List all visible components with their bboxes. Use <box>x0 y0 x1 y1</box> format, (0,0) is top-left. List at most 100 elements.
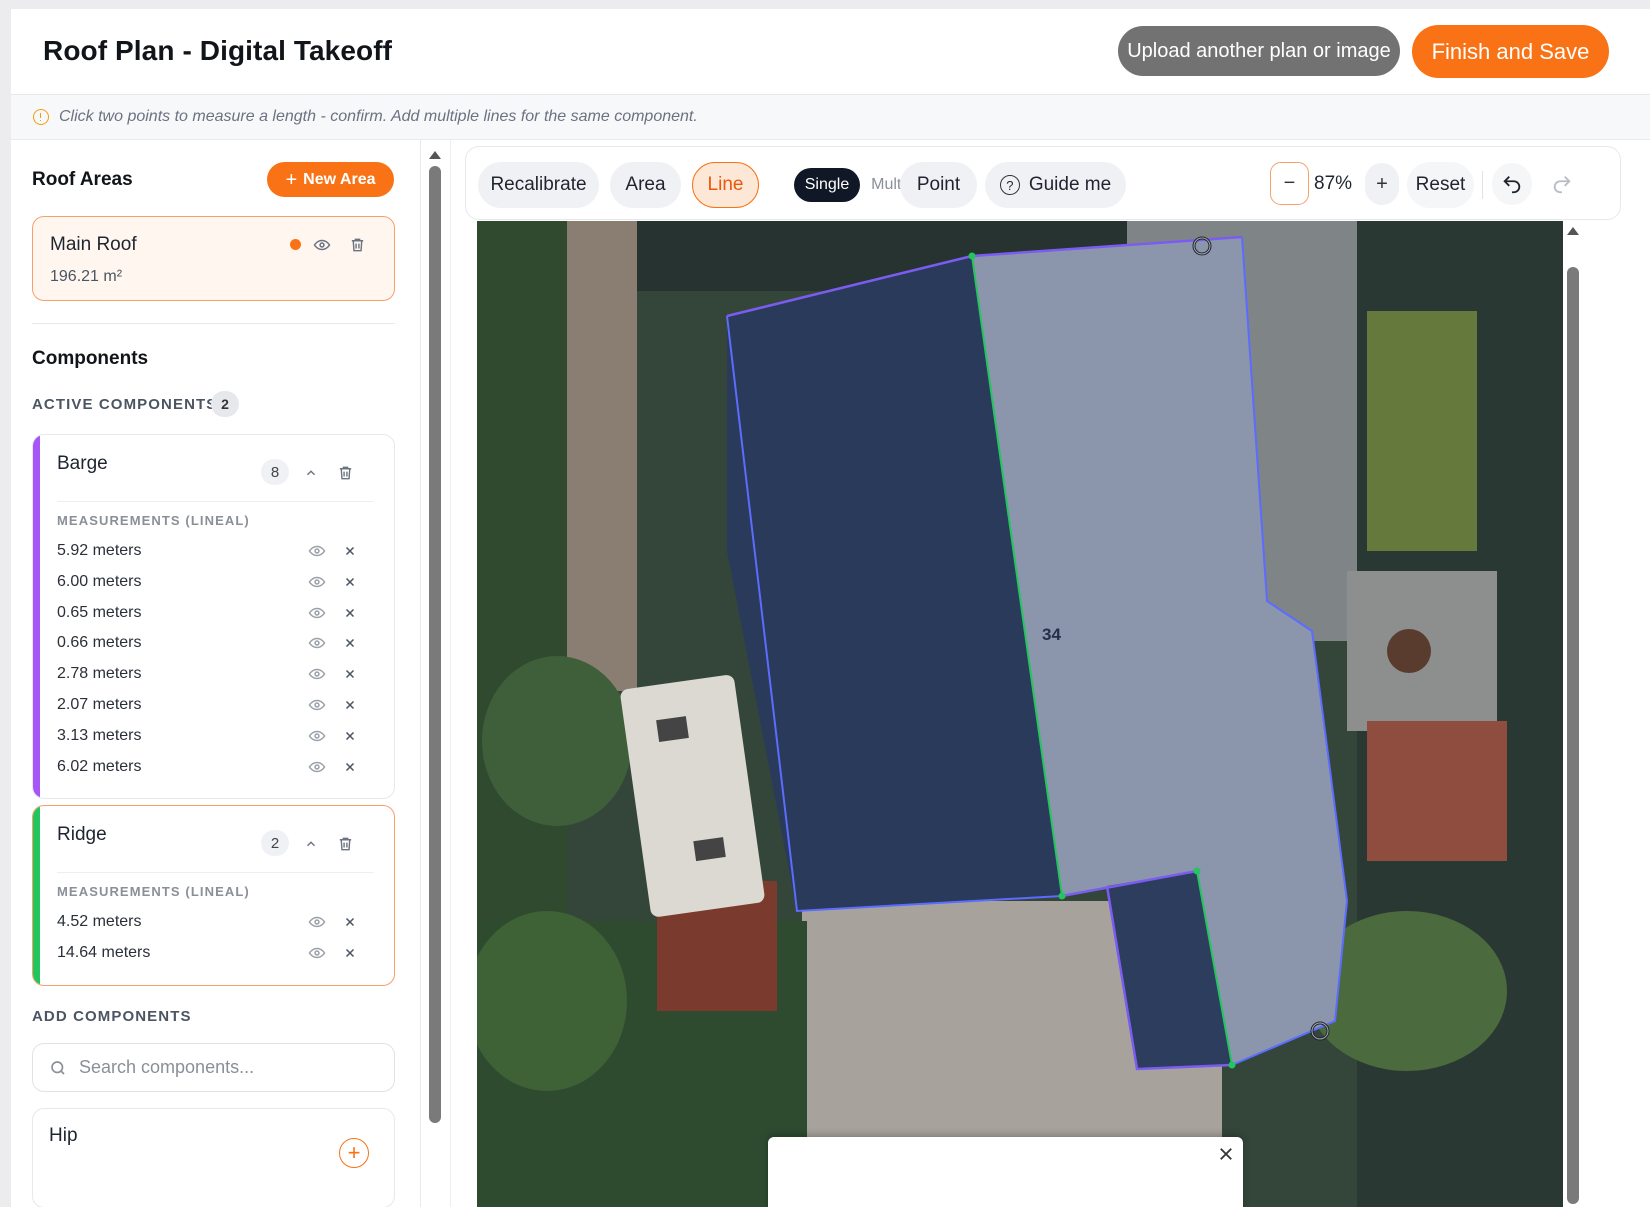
zoom-in-button[interactable]: + <box>1365 163 1399 205</box>
remove-x-icon[interactable] <box>343 698 357 712</box>
zoom-out-button[interactable]: − <box>1270 162 1309 205</box>
measurement-row[interactable]: 6.00 meters <box>57 568 373 596</box>
eye-icon[interactable] <box>307 634 327 652</box>
zoom-level: 87% <box>1314 173 1353 194</box>
recalibrate-button[interactable]: Recalibrate <box>478 162 599 208</box>
single-mode-button[interactable]: Single <box>794 168 860 202</box>
measurement-row[interactable]: 2.07 meters <box>57 691 373 719</box>
trash-icon[interactable] <box>347 235 367 255</box>
measurement-row[interactable]: 14.64 meters <box>57 939 373 967</box>
remove-x-icon[interactable] <box>343 636 357 650</box>
active-components-label: ACTIVE COMPONENTS <box>32 396 218 413</box>
new-area-button[interactable]: + New Area <box>267 162 394 197</box>
line-mode-toggle: Single Multi <box>794 168 916 202</box>
remove-x-icon[interactable] <box>343 606 357 620</box>
guide-me-label: Guide me <box>1028 174 1112 195</box>
add-component-icon[interactable]: + <box>339 1138 369 1168</box>
eye-icon[interactable] <box>307 573 327 591</box>
measurement-row[interactable]: 4.52 meters <box>57 908 373 936</box>
chevron-up-icon[interactable] <box>303 465 319 481</box>
measurement-row[interactable]: 0.65 meters <box>57 599 373 627</box>
area-size: 196.21 m² <box>50 268 123 285</box>
available-component-hip[interactable]: Hip + <box>32 1108 395 1207</box>
upload-plan-button[interactable]: Upload another plan or image <box>1118 26 1400 76</box>
eye-icon[interactable] <box>307 665 327 683</box>
undo-button[interactable] <box>1492 163 1532 205</box>
add-components-label: ADD COMPONENTS <box>32 1008 192 1025</box>
eye-icon[interactable] <box>307 727 327 745</box>
component-separator <box>57 872 373 873</box>
trash-icon[interactable] <box>335 463 355 483</box>
search-components-input[interactable] <box>79 1057 369 1078</box>
eye-icon[interactable] <box>307 696 327 714</box>
area-name: Main Roof <box>50 234 137 255</box>
sidebar-scroll-thumb[interactable] <box>429 166 441 1123</box>
point-tool-button[interactable]: Point <box>900 162 977 208</box>
eye-icon[interactable] <box>307 913 327 931</box>
remove-x-icon[interactable] <box>343 760 357 774</box>
component-color-stripe <box>33 435 40 798</box>
trash-icon[interactable] <box>335 834 355 854</box>
line-tool-button[interactable]: Line <box>692 162 759 208</box>
canvas-toolbar: Recalibrate Area Line Single Multi Point… <box>465 146 1621 220</box>
remove-x-icon[interactable] <box>343 946 357 960</box>
eye-icon[interactable] <box>307 604 327 622</box>
plus-icon: + <box>285 168 298 191</box>
help-icon: ? <box>999 175 1020 195</box>
scroll-up-arrow-icon[interactable] <box>429 151 441 159</box>
new-area-label: New Area <box>303 170 376 188</box>
undo-icon <box>1503 176 1521 194</box>
redo-button[interactable] <box>1542 163 1582 205</box>
search-components-field[interactable] <box>32 1043 395 1092</box>
hint-text: Click two points to measure a length - c… <box>59 108 698 125</box>
sidebar-scrollbar[interactable] <box>421 140 451 1207</box>
area-color-dot <box>290 239 301 250</box>
component-card-barge[interactable]: Barge 8 MEASUREMENTS (LINEAL) 5.92 meter… <box>32 434 395 799</box>
eye-icon[interactable] <box>312 235 332 255</box>
eye-icon[interactable] <box>307 542 327 560</box>
header-bar: Roof Plan - Digital Takeoff Upload anoth… <box>11 9 1650 95</box>
finish-save-button[interactable]: Finish and Save <box>1412 25 1609 78</box>
measurement-row[interactable]: 6.02 meters <box>57 753 373 781</box>
hint-bar: Click two points to measure a length - c… <box>11 95 1650 140</box>
canvas-scroll-thumb[interactable] <box>1567 267 1579 1204</box>
aerial-image <box>477 221 1563 1207</box>
component-card-ridge[interactable]: Ridge 2 MEASUREMENTS (LINEAL) 4.52 meter… <box>32 805 395 986</box>
components-title: Components <box>32 348 149 369</box>
eye-icon[interactable] <box>307 758 327 776</box>
measurement-row[interactable]: 3.13 meters <box>57 722 373 750</box>
measurement-row[interactable]: 5.92 meters <box>57 537 373 565</box>
measurements-label: MEASUREMENTS (LINEAL) <box>57 884 250 899</box>
roof-areas-title: Roof Areas <box>32 169 133 190</box>
guide-me-button[interactable]: ? Guide me <box>985 162 1126 208</box>
remove-x-icon[interactable] <box>343 729 357 743</box>
close-icon[interactable] <box>1217 1145 1235 1163</box>
reset-zoom-button[interactable]: Reset <box>1407 162 1474 208</box>
remove-x-icon[interactable] <box>343 575 357 589</box>
available-component-name: Hip <box>49 1125 78 1146</box>
component-color-stripe <box>33 806 40 985</box>
measurement-row[interactable]: 2.78 meters <box>57 660 373 688</box>
section-divider <box>32 323 395 324</box>
toolbar-divider <box>1482 171 1483 199</box>
component-name: Ridge <box>57 824 107 845</box>
component-count: 8 <box>261 459 289 485</box>
component-separator <box>57 501 373 502</box>
scroll-up-arrow-icon[interactable] <box>1567 227 1579 235</box>
area-tool-button[interactable]: Area <box>610 162 681 208</box>
search-icon <box>51 1060 65 1075</box>
measurement-label-on-map: 34 <box>1042 625 1061 644</box>
area-card-main-roof[interactable]: Main Roof 196.21 m² <box>32 216 395 301</box>
measurements-label: MEASUREMENTS (LINEAL) <box>57 513 250 528</box>
remove-x-icon[interactable] <box>343 544 357 558</box>
app-window: Roof Plan - Digital Takeoff Upload anoth… <box>11 9 1650 1207</box>
remove-x-icon[interactable] <box>343 667 357 681</box>
measurement-row[interactable]: 0.66 meters <box>57 629 373 657</box>
component-name: Barge <box>57 453 108 474</box>
roof-plan-canvas[interactable] <box>477 221 1563 1207</box>
info-icon <box>33 109 49 125</box>
remove-x-icon[interactable] <box>343 915 357 929</box>
eye-icon[interactable] <box>307 944 327 962</box>
canvas-scrollbar[interactable] <box>1564 221 1584 1207</box>
chevron-up-icon[interactable] <box>303 836 319 852</box>
